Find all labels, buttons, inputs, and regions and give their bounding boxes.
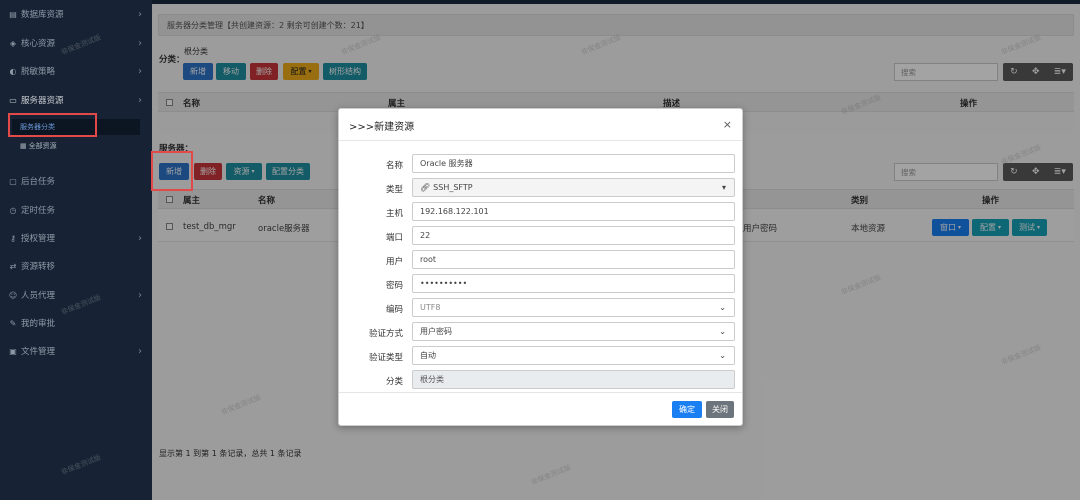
password-input[interactable]: •••••••••• [412,274,735,293]
port-input[interactable]: 22 [412,226,735,245]
highlight-box-add-button [151,151,193,191]
auth-method-select-value: 用户密码 [420,327,452,336]
auth-type-label: 验证类型 [368,353,403,363]
encoding-select[interactable]: UTF8 ⌄ [412,298,735,317]
close-button[interactable]: 关闭 [706,401,734,418]
sidebar-shade [0,0,152,500]
password-label: 密码 [385,281,403,291]
encoding-label: 编码 [385,305,403,315]
host-label: 主机 [385,209,403,219]
chevron-down-icon: ⌄ [719,327,726,336]
type-label: 类型 [385,185,403,195]
caret-down-icon: ▾ [721,183,726,192]
modal-title: >>>新建资源 [349,122,415,133]
auth-type-select[interactable]: 自动 ⌄ [412,346,735,365]
type-select[interactable]: 🔗︎ SSH_SFTP ▾ [412,178,735,197]
category-input: 根分类 [412,370,735,389]
name-input[interactable]: Oracle 服务器 [412,154,735,173]
user-label: 用户 [385,257,403,267]
chevron-down-icon: ⌄ [719,303,726,312]
chevron-down-icon: ⌄ [719,351,726,360]
confirm-button[interactable]: 确定 [672,401,702,418]
auth-method-select[interactable]: 用户密码 ⌄ [412,322,735,341]
encoding-select-value: UTF8 [420,303,441,312]
link-icon: 🔗︎ [420,183,431,192]
auth-type-select-value: 自动 [420,351,436,360]
auth-method-label: 验证方式 [368,329,403,339]
host-input[interactable]: 192.168.122.101 [412,202,735,221]
new-resource-modal: >>>新建资源 × 名称 Oracle 服务器 类型 🔗︎ SSH_SFTP ▾… [338,108,743,426]
modal-footer: 确定 关闭 [339,392,742,426]
highlight-box-sidebar [8,113,97,137]
modal-header: >>>新建资源 × [339,109,742,141]
user-input[interactable]: root [412,250,735,269]
close-icon[interactable]: × [723,118,732,131]
category-label: 分类 [385,377,403,387]
type-select-value: SSH_SFTP [433,183,473,192]
port-label: 端口 [385,233,403,243]
name-label: 名称 [385,161,403,171]
